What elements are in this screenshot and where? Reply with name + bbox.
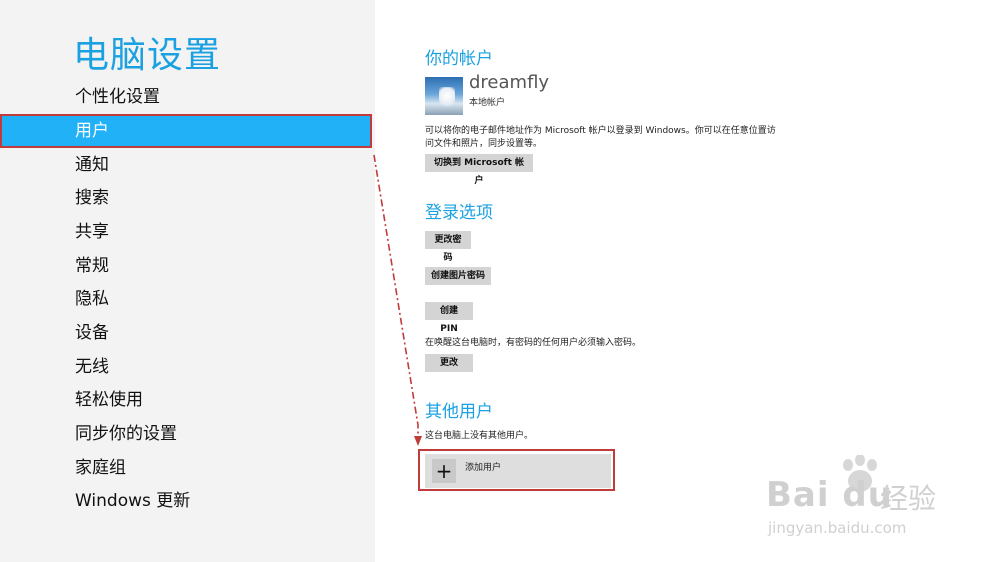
watermark-url: jingyan.baidu.com: [768, 519, 907, 537]
nav-item-label: 通知: [75, 155, 109, 175]
nav-item-privacy[interactable]: 隐私: [0, 282, 375, 316]
nav-item-wireless[interactable]: 无线: [0, 350, 375, 384]
nav-item-personalize[interactable]: 个性化设置: [0, 80, 375, 114]
create-picture-password-button[interactable]: 创建图片密码: [425, 267, 491, 285]
change-password-button[interactable]: 更改密码: [425, 231, 471, 263]
watermark-brand: 经验: [880, 482, 937, 515]
account-description-line2: 问文件和照片，同步设置等。: [425, 139, 543, 149]
no-other-users-message: 这台电脑上没有其他用户。: [425, 431, 534, 441]
nav-item-search[interactable]: 搜索: [0, 181, 375, 215]
your-account-heading: 你的帐户: [425, 49, 493, 69]
wake-password-description: 在唤醒这台电脑时，有密码的任何用户必须输入密码。: [425, 338, 642, 348]
watermark-logo-text: Bai du: [766, 475, 893, 515]
switch-microsoft-account-button[interactable]: 切换到 Microsoft 帐户: [425, 154, 533, 186]
nav-item-general[interactable]: 常规: [0, 249, 375, 283]
nav-item-label: 隐私: [75, 289, 109, 309]
nav-item-devices[interactable]: 设备: [0, 316, 375, 350]
add-user-button[interactable]: + 添加用户: [425, 454, 611, 488]
change-wake-setting-button[interactable]: 更改: [425, 354, 473, 372]
nav-item-label: 家庭组: [75, 458, 126, 478]
nav-item-notifications[interactable]: 通知: [0, 148, 375, 182]
user-avatar: [425, 77, 463, 115]
account-type-label: 本地帐户: [469, 98, 506, 108]
nav-item-label: Windows 更新: [75, 491, 191, 511]
avatar-picture: [439, 87, 455, 109]
nav-item-share[interactable]: 共享: [0, 215, 375, 249]
nav-item-windows-update[interactable]: Windows 更新: [0, 484, 375, 518]
nav-item-label: 用户: [75, 121, 109, 141]
add-user-label: 添加用户: [465, 463, 502, 473]
navigation-pane: 电脑设置 个性化设置 用户 通知 搜索 共享 常规 隐私 设备 无线 轻松使用 …: [0, 0, 375, 562]
page-title: 电脑设置: [73, 35, 222, 76]
nav-item-label: 常规: [75, 256, 109, 276]
username: dreamfly: [469, 72, 550, 93]
create-pin-button[interactable]: 创建 PIN: [425, 302, 473, 334]
add-user-highlight: + 添加用户: [418, 449, 615, 491]
signin-options-heading: 登录选项: [425, 203, 493, 223]
nav-item-label: 个性化设置: [75, 87, 160, 107]
nav-item-homegroup[interactable]: 家庭组: [0, 451, 375, 485]
nav-item-sync-settings[interactable]: 同步你的设置: [0, 417, 375, 451]
nav-item-ease-of-access[interactable]: 轻松使用: [0, 383, 375, 417]
nav-item-label: 搜索: [75, 188, 109, 208]
plus-icon: +: [432, 459, 456, 483]
account-description-line1: 可以将你的电子邮件地址作为 Microsoft 帐户以登录到 Windows。你…: [425, 126, 776, 136]
nav-item-label: 轻松使用: [75, 390, 143, 410]
nav-item-label: 同步你的设置: [75, 424, 177, 444]
nav-item-label: 无线: [75, 357, 109, 377]
other-users-heading: 其他用户: [425, 402, 493, 422]
nav-item-users[interactable]: 用户: [0, 114, 372, 148]
nav-item-label: 设备: [75, 323, 109, 343]
nav-item-label: 共享: [75, 222, 109, 242]
baidu-watermark: Bai du 经验 jingyan.baidu.com: [760, 455, 970, 545]
